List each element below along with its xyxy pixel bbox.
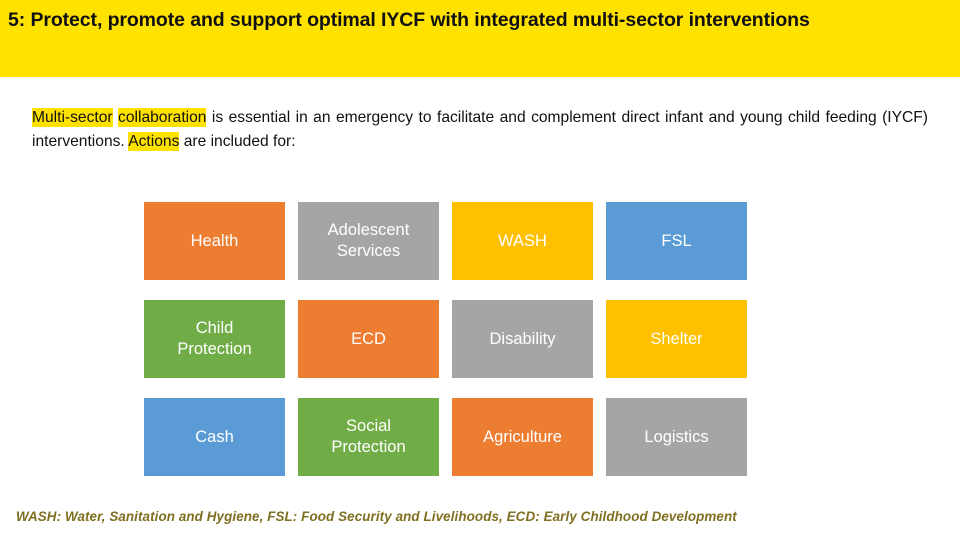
highlighted-phrase: collaboration (118, 108, 207, 127)
sector-grid: Health Adolescent Services WASH FSL Child Pr… (144, 202, 748, 476)
sector-box[interactable]: FSL (606, 202, 747, 280)
sector-box[interactable]: WASH (452, 202, 593, 280)
sector-box[interactable]: Disability (452, 300, 593, 378)
page-title: 5: Protect, promote and support optimal … (8, 9, 810, 31)
sector-box[interactable]: Social Protection (298, 398, 439, 476)
sector-box[interactable]: Health (144, 202, 285, 280)
sector-box[interactable]: Shelter (606, 300, 747, 378)
abbreviation-footnote: WASH: Water, Sanitation and Hygiene, FSL… (16, 509, 737, 524)
sector-box[interactable]: ECD (298, 300, 439, 378)
sector-box[interactable]: Child Protection (144, 300, 285, 378)
sector-box[interactable]: Cash (144, 398, 285, 476)
paragraph-text: are included for: (179, 132, 296, 150)
sector-box[interactable]: Logistics (606, 398, 747, 476)
intro-paragraph: Multi-sector collaboration is essential … (32, 106, 928, 153)
sector-box[interactable]: Adolescent Services (298, 202, 439, 280)
slide-header-band: 5: Protect, promote and support optimal … (0, 0, 960, 77)
highlighted-phrase: Multi-sector (32, 108, 113, 127)
intro-paragraph-segments: Multi-sector collaboration is essential … (32, 108, 928, 151)
sector-box[interactable]: Agriculture (452, 398, 593, 476)
highlighted-phrase: Actions (128, 131, 180, 151)
